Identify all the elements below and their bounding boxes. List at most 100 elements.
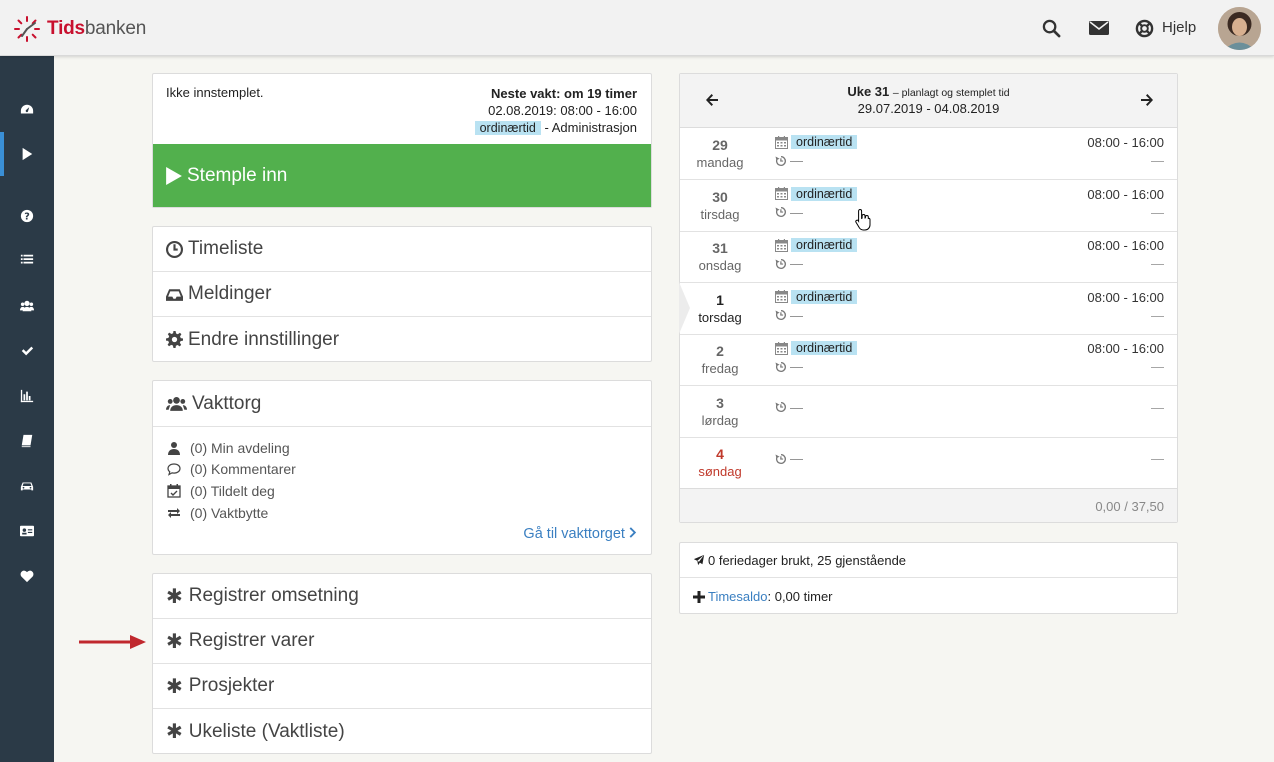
logo-text: Tidsbanken	[47, 18, 147, 39]
shift-tag: ordinærtid	[791, 238, 858, 252]
menu-item-label: Endre innstillinger	[188, 328, 340, 350]
sidebar-item-list[interactable]	[0, 238, 54, 282]
balance-info-panel: 0 feriedager brukt, 25 gjenstående Times…	[679, 542, 1178, 614]
vakttorg-item-tildelt[interactable]: (0) Tildelt deg	[167, 483, 275, 499]
menu-item-prosjekter[interactable]: ✱ Prosjekter	[153, 664, 651, 709]
mail-icon[interactable]	[1088, 17, 1110, 39]
day-name: tirsdag	[700, 206, 740, 222]
shift-department: - Administrasjon	[544, 120, 637, 135]
sidebar-item-dashboard[interactable]	[0, 88, 54, 132]
sidebar-item-help[interactable]: ?	[0, 194, 54, 238]
vakttorg-item-label: (0) Vaktbytte	[190, 505, 269, 521]
planned-shift[interactable]: ordinærtid	[775, 135, 858, 149]
top-bar: Tidsbanken Hjelp	[0, 0, 1274, 56]
stamped-value: —	[790, 307, 803, 323]
day-number: 3	[716, 394, 724, 411]
day-number: 30	[712, 188, 728, 205]
vakttorg-link-label: Gå til vakttorget	[523, 526, 625, 542]
day-row[interactable]: 1 torsdag ordinærtid 08:00 - 16:00 — —	[680, 283, 1177, 335]
book-icon	[21, 434, 33, 448]
vakttorg-header: Vakttorg	[153, 381, 651, 427]
timesaldo-link[interactable]: Timesaldo	[708, 589, 767, 604]
main-menu-panel: Timeliste Meldinger Endre innstillinger	[152, 226, 652, 362]
week-calendar-header: Uke 31 – planlagt og stemplet tid 29.07.…	[680, 74, 1177, 128]
menu-item-registrer-omsetning[interactable]: ✱ Registrer omsetning	[153, 574, 651, 619]
day-row[interactable]: 29 mandag ordinærtid 08:00 - 16:00 — —	[680, 128, 1177, 180]
sidebar-item-car[interactable]	[0, 464, 54, 508]
exchange-icon	[168, 508, 180, 518]
stamp-in-button[interactable]: Stemple inn	[153, 144, 651, 207]
stamped-time: —	[775, 359, 803, 374]
search-icon[interactable]	[1040, 17, 1062, 39]
stamped-hours: —	[1151, 359, 1164, 374]
week-range: 29.07.2019 - 04.08.2019	[857, 101, 1000, 116]
plane-icon	[693, 554, 705, 566]
planned-shift[interactable]: ordinærtid	[775, 186, 858, 201]
sidebar-item-id-card[interactable]	[0, 509, 54, 553]
tidsbanken-logo[interactable]: Tidsbanken	[13, 14, 146, 44]
stamped-hours: —	[1151, 153, 1164, 168]
week-total-hours: 0,00 / 37,50	[1095, 499, 1164, 514]
menu-item-label: Timeliste	[188, 238, 264, 259]
vakttorg-item-label: (0) Kommentarer	[190, 461, 296, 477]
menu-item-timeliste[interactable]: Timeliste	[153, 227, 651, 272]
bar-chart-icon	[20, 389, 34, 403]
planned-shift[interactable]: ordinærtid	[775, 238, 858, 252]
stamp-status-panel: Ikke innstemplet. Neste vakt: om 19 time…	[152, 73, 652, 208]
user-avatar[interactable]	[1218, 7, 1261, 50]
sidebar-item-heart[interactable]	[0, 554, 54, 598]
calendar-icon	[775, 290, 788, 303]
sidebar-item-approve[interactable]	[0, 329, 54, 373]
asterisk-icon: ✱	[166, 630, 183, 653]
day-name: lørdag	[701, 412, 739, 428]
today-marker	[679, 282, 690, 334]
week-subtitle: – planlagt og stemplet tid	[892, 87, 1010, 99]
menu-item-ukeliste[interactable]: ✱ Ukeliste (Vaktliste)	[153, 709, 651, 754]
asterisk-icon: ✱	[166, 675, 183, 698]
day-row[interactable]: 31 onsdag ordinærtid 08:00 - 16:00 — —	[680, 231, 1177, 283]
clock-icon	[166, 240, 183, 258]
stamped-time: —	[775, 451, 803, 466]
planned-shift[interactable]: ordinærtid	[775, 289, 858, 304]
vakttorg-link[interactable]: Gå til vakttorget	[523, 526, 637, 542]
lifebuoy-icon[interactable]	[1133, 17, 1155, 39]
stamped-hours: —	[1151, 204, 1164, 220]
clock-logo-icon	[14, 16, 40, 42]
stamped-value: —	[790, 256, 803, 271]
week-calendar-footer: 0,00 / 37,50	[680, 488, 1177, 522]
help-link[interactable]: Hjelp	[1162, 19, 1196, 36]
menu-item-meldinger[interactable]: Meldinger	[153, 272, 651, 317]
vakttorg-item-kommentarer[interactable]: (0) Kommentarer	[167, 461, 296, 477]
calendar-icon	[775, 341, 788, 355]
day-number: 1	[716, 291, 724, 308]
sidebar-item-users[interactable]	[0, 284, 54, 328]
day-row[interactable]: 4 søndag — —	[680, 437, 1177, 489]
menu-item-label: Registrer omsetning	[188, 585, 359, 606]
comment-icon	[167, 463, 181, 476]
day-row[interactable]: 30 tirsdag ordinærtid 08:00 - 16:00 — —	[680, 180, 1177, 232]
gear-icon	[166, 331, 183, 348]
sidebar-item-book[interactable]	[0, 419, 54, 463]
vakttorg-item-min-avdeling[interactable]: (0) Min avdeling	[167, 440, 290, 456]
arrow-right-icon	[1141, 94, 1153, 106]
id-card-icon	[20, 525, 34, 537]
sidebar-item-play[interactable]	[0, 132, 54, 176]
user-icon	[168, 442, 180, 455]
day-row[interactable]: 2 fredag ordinærtid 08:00 - 16:00 — —	[680, 334, 1177, 386]
sidebar-item-reports[interactable]	[0, 374, 54, 418]
day-number: 29	[712, 137, 728, 153]
heart-icon	[20, 570, 34, 583]
menu-item-settings[interactable]: Endre innstillinger	[153, 317, 651, 362]
day-row[interactable]: 3 lørdag — —	[680, 386, 1177, 438]
menu-item-label: Meldinger	[188, 283, 272, 304]
planned-shift[interactable]: ordinærtid	[775, 341, 858, 355]
day-name: onsdag	[698, 258, 742, 273]
next-week-button[interactable]	[1137, 90, 1157, 110]
next-shift-info: Neste vakt: om 19 timer 02.08.2019: 08:0…	[474, 85, 637, 137]
asterisk-icon: ✱	[166, 721, 183, 743]
shift-tag: ordinærtid	[791, 341, 858, 355]
history-icon	[775, 453, 786, 464]
vakttorg-item-vaktbytte[interactable]: (0) Vaktbytte	[167, 505, 268, 521]
inbox-icon	[166, 288, 183, 301]
menu-item-registrer-varer[interactable]: ✱ Registrer varer	[153, 619, 651, 664]
